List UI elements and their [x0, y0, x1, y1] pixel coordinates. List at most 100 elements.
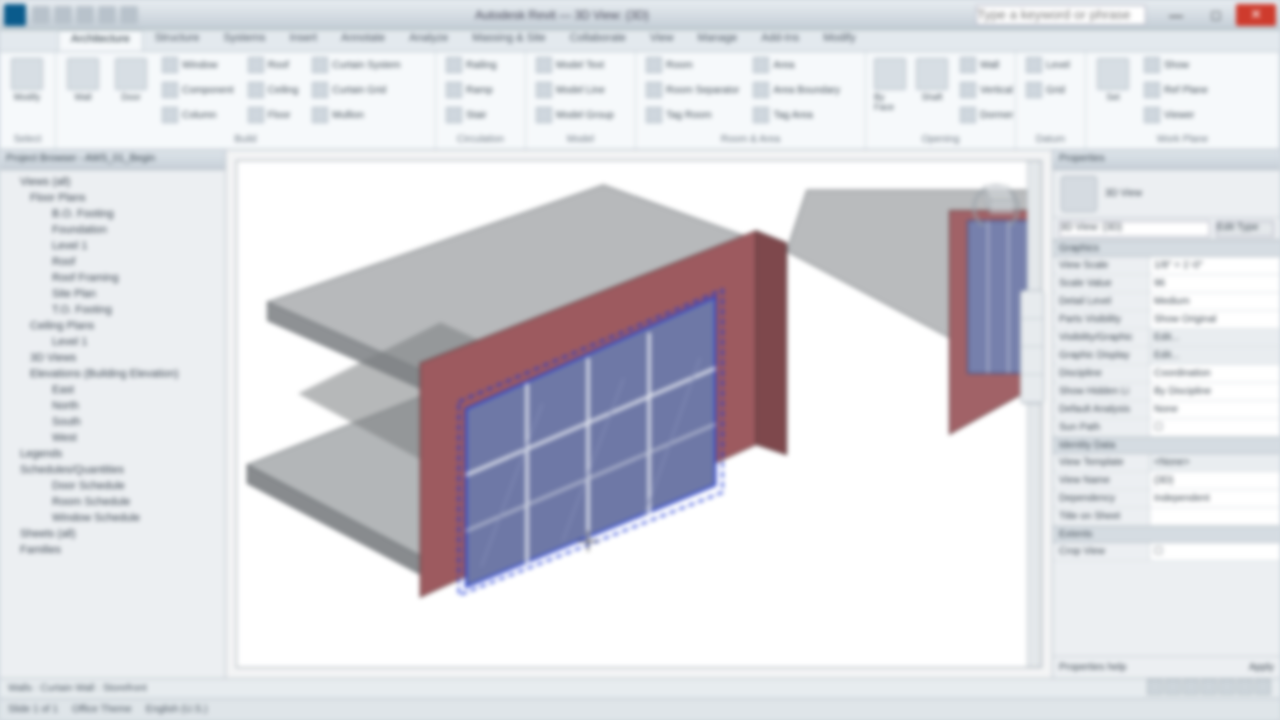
- props-value[interactable]: Edit...: [1149, 347, 1280, 364]
- project-tree[interactable]: Views (all)Floor PlansB.O. FootingFounda…: [0, 170, 225, 678]
- tab-systems[interactable]: Systems: [211, 30, 277, 51]
- close-button[interactable]: ✕: [1236, 4, 1276, 26]
- viewer-button[interactable]: Viewer: [1140, 104, 1212, 126]
- tree-node[interactable]: Door Schedule: [6, 478, 219, 494]
- tab-structure[interactable]: Structure: [143, 30, 212, 51]
- window-button[interactable]: Window: [158, 54, 238, 76]
- tag-area-button[interactable]: Tag Area: [749, 104, 844, 126]
- tree-node[interactable]: Roof: [6, 254, 219, 270]
- stair-button[interactable]: Stair: [442, 104, 501, 126]
- tab-view[interactable]: View: [638, 30, 686, 51]
- ref-plane-button[interactable]: Ref Plane: [1140, 79, 1212, 101]
- props-value[interactable]: 1/8" = 1'-0": [1149, 257, 1280, 274]
- props-value[interactable]: Edit...: [1149, 329, 1280, 346]
- tree-node[interactable]: Schedules/Quantities: [6, 462, 219, 478]
- qat-open-icon[interactable]: [32, 6, 50, 24]
- tree-node[interactable]: Window Schedule: [6, 510, 219, 526]
- area-boundary-button[interactable]: Area Boundary: [749, 79, 844, 101]
- tree-node[interactable]: Legends: [6, 446, 219, 462]
- zoom-icon[interactable]: [1021, 347, 1043, 375]
- dormer-button[interactable]: Dormer: [956, 104, 1017, 126]
- ceiling-button[interactable]: Ceiling: [244, 79, 303, 101]
- tree-node[interactable]: Floor Plans: [6, 190, 219, 206]
- tree-node[interactable]: South: [6, 414, 219, 430]
- tree-node[interactable]: Level 1: [6, 334, 219, 350]
- detail-icon[interactable]: [1165, 679, 1181, 695]
- tab-collaborate[interactable]: Collaborate: [558, 30, 638, 51]
- model-text-button[interactable]: Model Text: [532, 54, 618, 76]
- grid-button[interactable]: Grid: [1022, 79, 1074, 101]
- tree-node[interactable]: 3D Views: [6, 350, 219, 366]
- props-value[interactable]: ☐: [1149, 419, 1280, 436]
- component-button[interactable]: Component: [158, 79, 238, 101]
- props-value[interactable]: ☐: [1149, 543, 1280, 560]
- app-icon[interactable]: [4, 4, 26, 26]
- hide-icon[interactable]: [1255, 679, 1271, 695]
- tree-node[interactable]: East: [6, 382, 219, 398]
- area-button[interactable]: Area: [749, 54, 844, 76]
- tree-node[interactable]: Foundation: [6, 222, 219, 238]
- tree-node[interactable]: Ceiling Plans: [6, 318, 219, 334]
- curtain-grid-button[interactable]: Curtain Grid: [308, 79, 404, 101]
- props-value[interactable]: [1149, 508, 1280, 525]
- scale-icon[interactable]: [1147, 679, 1163, 695]
- tree-node[interactable]: Views (all): [6, 174, 219, 190]
- tree-node[interactable]: Elevations (Building Elevation): [6, 366, 219, 382]
- show-button[interactable]: Show: [1140, 54, 1212, 76]
- tab-addins[interactable]: Add-Ins: [749, 30, 811, 51]
- tree-node[interactable]: Site Plan: [6, 286, 219, 302]
- modify-button[interactable]: Modify: [6, 54, 48, 106]
- curtain-system-button[interactable]: Curtain System: [308, 54, 404, 76]
- tree-node[interactable]: Roof Framing: [6, 270, 219, 286]
- tab-architecture[interactable]: Architecture: [58, 30, 143, 51]
- tab-manage[interactable]: Manage: [686, 30, 750, 51]
- tab-annotate[interactable]: Annotate: [329, 30, 397, 51]
- level-button[interactable]: Level: [1022, 54, 1074, 76]
- viewport-3d[interactable]: [226, 150, 1052, 678]
- tree-node[interactable]: North: [6, 398, 219, 414]
- roof-button[interactable]: Roof: [244, 54, 303, 76]
- ramp-button[interactable]: Ramp: [442, 79, 501, 101]
- tab-massing[interactable]: Massing & Site: [460, 30, 557, 51]
- floor-button[interactable]: Floor: [244, 104, 303, 126]
- props-value[interactable]: Coordination: [1149, 365, 1280, 382]
- tab-insert[interactable]: Insert: [278, 30, 330, 51]
- tag-room-button[interactable]: Tag Room: [642, 104, 743, 126]
- type-selector[interactable]: 3D View: {3D}: [1059, 221, 1210, 237]
- props-value[interactable]: <None>: [1149, 454, 1280, 471]
- properties-help[interactable]: Properties help: [1059, 662, 1126, 673]
- tree-node[interactable]: T.O. Footing: [6, 302, 219, 318]
- by-face-button[interactable]: By Face: [872, 54, 908, 116]
- apply-button[interactable]: Apply: [1249, 662, 1274, 673]
- qat-save-icon[interactable]: [54, 6, 72, 24]
- door-button[interactable]: Door: [110, 54, 152, 106]
- tab-analyze[interactable]: Analyze: [397, 30, 460, 51]
- mullion-button[interactable]: Mullion: [308, 104, 404, 126]
- tree-node[interactable]: Families: [6, 542, 219, 558]
- tree-node[interactable]: Sheets (all): [6, 526, 219, 542]
- wall-opening-button[interactable]: Wall: [956, 54, 1017, 76]
- navigation-bar[interactable]: [1020, 290, 1044, 404]
- room-button[interactable]: Room: [642, 54, 743, 76]
- tree-node[interactable]: Level 1: [6, 238, 219, 254]
- style-icon[interactable]: [1183, 679, 1199, 695]
- tab-modify[interactable]: Modify: [811, 30, 867, 51]
- model-group-button[interactable]: Model Group: [532, 104, 618, 126]
- vertical-button[interactable]: Vertical: [956, 79, 1017, 101]
- sun-icon[interactable]: [1201, 679, 1217, 695]
- props-value[interactable]: Show Original: [1149, 311, 1280, 328]
- crop-icon[interactable]: [1237, 679, 1253, 695]
- wall-button[interactable]: Wall: [62, 54, 104, 106]
- room-separator-button[interactable]: Room Separator: [642, 79, 743, 101]
- viewport-scrollbar[interactable]: [1027, 161, 1041, 667]
- column-button[interactable]: Column: [158, 104, 238, 126]
- props-value[interactable]: 96: [1149, 275, 1280, 292]
- tree-node[interactable]: Room Schedule: [6, 494, 219, 510]
- props-value[interactable]: {3D}: [1149, 472, 1280, 489]
- help-search-input[interactable]: [976, 5, 1146, 25]
- props-value[interactable]: Independent: [1149, 490, 1280, 507]
- steering-wheel-icon[interactable]: [1021, 291, 1043, 319]
- railing-button[interactable]: Railing: [442, 54, 501, 76]
- qat-redo-icon[interactable]: [98, 6, 116, 24]
- shadow-icon[interactable]: [1219, 679, 1235, 695]
